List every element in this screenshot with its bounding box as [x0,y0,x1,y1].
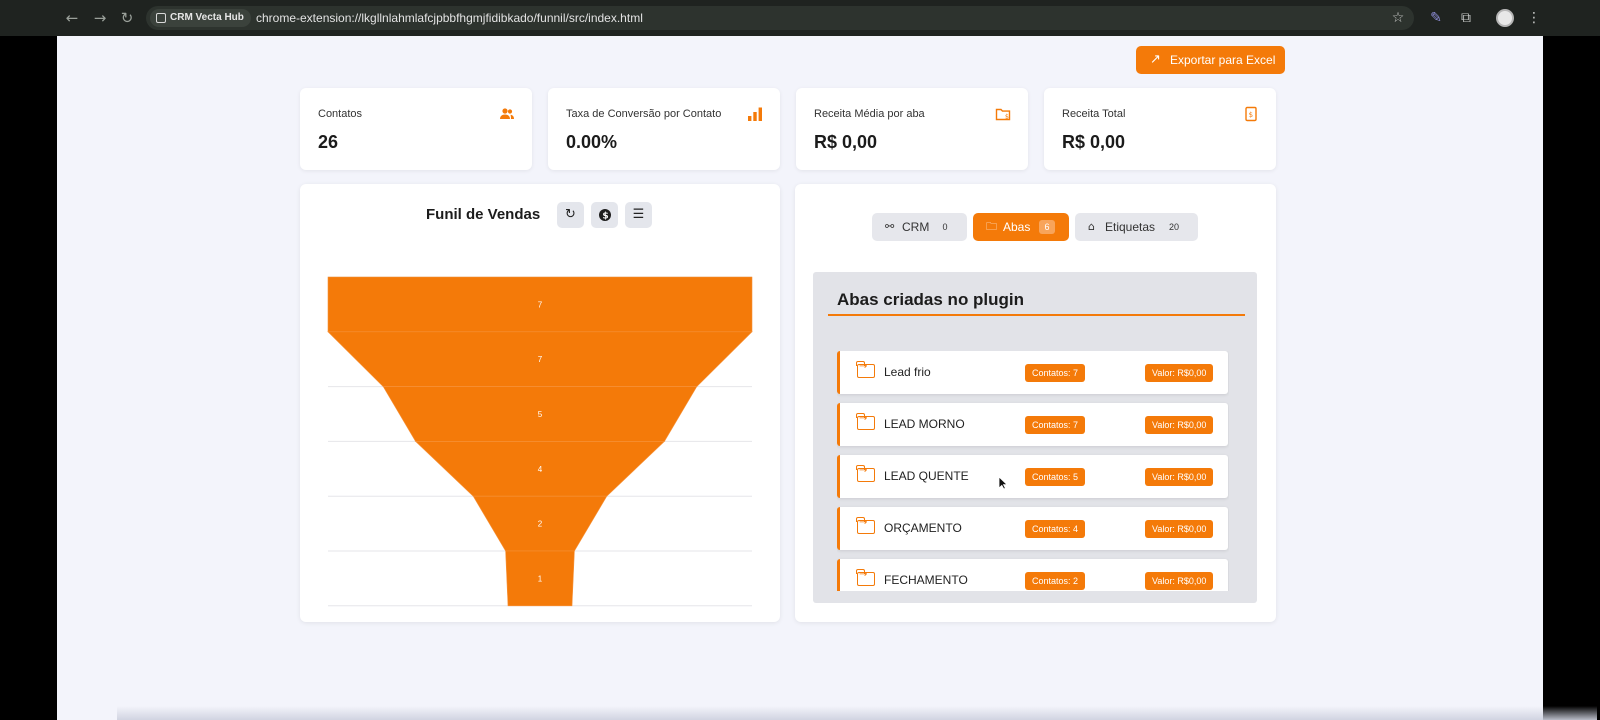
title-divider [828,314,1245,316]
funnel-chart: 7 7 5 4 2 1 [327,276,753,607]
stat-card-conversao: Taxa de Conversão por Contato 0.00% [548,88,780,170]
aba-name: LEAD QUENTE [884,469,969,483]
value-badge: Valor: R$0,00 [1145,520,1214,538]
aba-item[interactable]: FECHAMENTO Contatos: 2 Valor: R$0,00 [837,559,1228,591]
arrow-up-right-icon: ↗ [1150,52,1161,67]
folder-icon: 🗀 [986,220,997,233]
forward-icon[interactable]: → [90,8,110,28]
svg-text:$: $ [1005,114,1009,121]
stat-label: Receita Total [1062,108,1126,120]
page-content: ↗ Exportar para Excel Contatos 26 Taxa d… [57,36,1597,720]
export-excel-button[interactable]: ↗ Exportar para Excel [1136,46,1285,74]
funnel-panel: Funil de Vendas ↻ $ ☰ 775421 [300,184,780,622]
abas-list-container: Abas criadas no plugin Lead frio Contato… [813,272,1257,603]
tab-label: CRM [902,220,930,234]
address-bar[interactable]: CRM Vecta Hub chrome-extension://lkgllnl… [146,6,1414,30]
contacts-badge: Contatos: 7 [1025,364,1086,382]
export-label: Exportar para Excel [1170,53,1276,67]
stat-value: R$ 0,00 [814,132,878,152]
tab-etiquetas[interactable]: ⌂ Etiquetas 20 [1075,213,1198,241]
back-icon[interactable]: ← [62,8,82,28]
folder-input-icon [856,517,875,534]
folder-input-icon [856,361,875,378]
tag-icon: ⌂ [1088,220,1095,233]
stat-value: 0.00% [566,132,618,152]
folder-input-icon [856,413,875,430]
value-badge: Valor: R$0,00 [1145,572,1214,590]
contacts-badge: Contatos: 7 [1025,416,1086,434]
users-icon [499,106,515,122]
mouse-cursor-icon [998,476,1008,490]
site-chip-label: CRM Vecta Hub [170,12,244,23]
extensions-puzzle-icon[interactable]: ⧉ [1456,8,1476,28]
contacts-badge: Contatos: 2 [1025,572,1086,590]
stat-label: Contatos [318,108,363,120]
aba-name: ORÇAMENTO [884,521,962,535]
bar-chart-icon [747,106,763,122]
tab-label: Etiquetas [1105,220,1156,234]
url-text[interactable]: chrome-extension://lkgllnlahmlafcjpbbfhg… [256,6,643,30]
funnel-value-label: 7 [538,300,543,309]
aba-item[interactable]: ORÇAMENTO Contatos: 4 Valor: R$0,00 [837,507,1228,550]
tab-abas[interactable]: 🗀 Abas 6 [973,213,1069,241]
tab-count: 0 [942,222,948,232]
site-chip[interactable]: CRM Vecta Hub [150,9,251,27]
funnel-value-label: 1 [538,574,543,583]
stat-card-contatos: Contatos 26 [300,88,532,170]
value-badge: Valor: R$0,00 [1145,468,1214,486]
receipt-icon: $ [1243,106,1259,122]
aba-name: LEAD MORNO [884,417,965,431]
contacts-badge: Contatos: 4 [1025,520,1086,538]
funnel-value-label: 4 [538,465,543,474]
page-bottom-shadow [117,706,1597,720]
abas-list-title: Abas criadas no plugin [837,290,1025,309]
extension-icon [156,13,166,23]
aba-name: Lead frio [884,365,931,379]
abas-panel: ⚯ CRM 0 🗀 Abas 6 ⌂ Etiquetas 20 Abas cri… [795,184,1276,622]
aba-name: FECHAMENTO [884,573,968,587]
profile-avatar[interactable] [1496,9,1514,27]
browser-toolbar: ← → ↻ CRM Vecta Hub chrome-extension://l… [0,0,1600,36]
folder-money-icon: $ [995,106,1011,122]
tab-label: Abas [1003,220,1031,234]
menu-kebab-icon[interactable]: ⋮ [1524,8,1544,28]
pen-extension-icon[interactable]: ✎ [1426,8,1446,28]
funnel-value-label: 7 [538,355,543,364]
funnel-value-label: 2 [538,520,543,529]
aba-item[interactable]: Lead frio Contatos: 7 Valor: R$0,00 [837,351,1228,394]
reload-icon[interactable]: ↻ [117,8,137,28]
stat-value: 26 [318,132,339,152]
abas-list[interactable]: Lead frio Contatos: 7 Valor: R$0,00 LEAD… [837,351,1229,591]
tab-count: 6 [1039,220,1055,234]
tab-count: 20 [1169,222,1180,232]
funnel-value-label: 5 [538,410,543,419]
tab-crm[interactable]: ⚯ CRM 0 [872,213,967,241]
aba-item[interactable]: LEAD QUENTE Contatos: 5 Valor: R$0,00 [837,455,1228,498]
folder-input-icon [856,569,875,586]
aba-item[interactable]: LEAD MORNO Contatos: 7 Valor: R$0,00 [837,403,1228,446]
folder-input-icon [856,465,875,482]
stat-value: R$ 0,00 [1062,132,1126,152]
value-badge: Valor: R$0,00 [1145,416,1214,434]
crm-icon: ⚯ [885,220,895,233]
stat-label: Taxa de Conversão por Contato [566,108,722,120]
bookmark-star-icon[interactable]: ☆ [1388,8,1408,28]
svg-text:$: $ [1249,111,1253,119]
contacts-badge: Contatos: 5 [1025,468,1086,486]
stat-card-receita-total: Receita Total R$ 0,00 $ [1044,88,1276,170]
value-badge: Valor: R$0,00 [1145,364,1214,382]
stat-label: Receita Média por aba [814,108,925,120]
stat-card-receita-media: Receita Média por aba R$ 0,00 $ [796,88,1028,170]
